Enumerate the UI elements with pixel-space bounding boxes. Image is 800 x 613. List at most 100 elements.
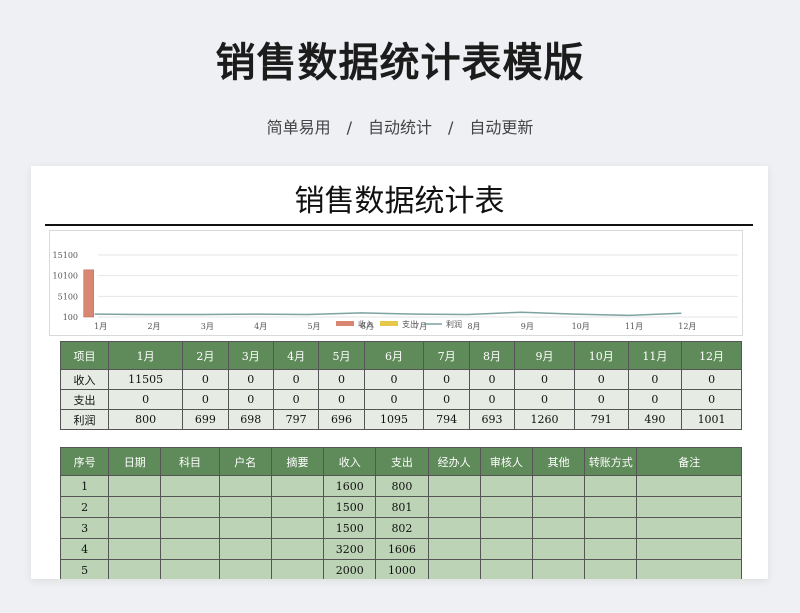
summary-cell[interactable]: 696 bbox=[318, 409, 365, 430]
summary-cell[interactable]: 791 bbox=[573, 409, 629, 430]
detail-cell[interactable] bbox=[160, 475, 220, 497]
detail-cell[interactable] bbox=[160, 517, 220, 539]
detail-cell[interactable] bbox=[636, 475, 742, 497]
detail-cell[interactable]: 802 bbox=[375, 517, 429, 539]
detail-cell[interactable] bbox=[636, 559, 742, 579]
detail-cell[interactable] bbox=[218, 496, 272, 518]
detail-cell[interactable] bbox=[427, 559, 481, 579]
detail-cell[interactable]: 3200 bbox=[323, 538, 377, 560]
detail-cell[interactable] bbox=[531, 475, 586, 497]
detail-cell[interactable] bbox=[427, 538, 481, 560]
detail-cell[interactable] bbox=[636, 538, 742, 560]
detail-cell[interactable] bbox=[218, 517, 272, 539]
summary-cell[interactable]: 0 bbox=[363, 389, 425, 410]
summary-cell[interactable]: 699 bbox=[182, 409, 229, 430]
summary-cell[interactable]: 0 bbox=[227, 369, 274, 390]
detail-cell[interactable]: 800 bbox=[375, 475, 429, 497]
detail-cell[interactable] bbox=[584, 475, 638, 497]
detail-cell[interactable] bbox=[479, 538, 533, 560]
summary-cell[interactable]: 0 bbox=[318, 389, 365, 410]
detail-cell[interactable] bbox=[160, 538, 220, 560]
detail-cell[interactable]: 4 bbox=[59, 538, 110, 560]
summary-cell[interactable]: 0 bbox=[681, 389, 742, 410]
detail-cell[interactable]: 801 bbox=[375, 496, 429, 518]
detail-cell[interactable] bbox=[479, 517, 533, 539]
summary-cell[interactable]: 0 bbox=[627, 369, 683, 390]
detail-cell[interactable] bbox=[427, 475, 481, 497]
summary-cell[interactable]: 490 bbox=[627, 409, 683, 430]
summary-cell[interactable]: 利润 bbox=[60, 409, 109, 430]
detail-cell[interactable] bbox=[270, 559, 325, 579]
detail-cell[interactable] bbox=[108, 475, 162, 497]
detail-cell[interactable]: 1606 bbox=[375, 538, 429, 560]
detail-cell[interactable] bbox=[584, 517, 638, 539]
detail-cell[interactable] bbox=[270, 517, 325, 539]
summary-cell[interactable]: 0 bbox=[227, 389, 274, 410]
detail-cell[interactable] bbox=[427, 496, 481, 518]
summary-cell[interactable]: 0 bbox=[573, 369, 629, 390]
detail-cell[interactable] bbox=[531, 496, 586, 518]
summary-cell[interactable]: 支出 bbox=[60, 389, 109, 410]
detail-cell[interactable] bbox=[636, 517, 742, 539]
summary-cell[interactable]: 0 bbox=[514, 389, 575, 410]
detail-cell[interactable] bbox=[108, 559, 162, 579]
summary-cell[interactable]: 11505 bbox=[107, 369, 184, 390]
summary-cell[interactable]: 698 bbox=[227, 409, 274, 430]
detail-cell[interactable]: 2 bbox=[59, 496, 110, 518]
detail-cell[interactable] bbox=[270, 496, 325, 518]
summary-cell[interactable]: 0 bbox=[182, 369, 229, 390]
summary-cell[interactable]: 693 bbox=[468, 409, 516, 430]
summary-cell[interactable]: 0 bbox=[318, 369, 365, 390]
detail-cell[interactable] bbox=[531, 517, 586, 539]
summary-cell[interactable]: 797 bbox=[272, 409, 320, 430]
detail-cell[interactable] bbox=[531, 538, 586, 560]
summary-cell[interactable]: 0 bbox=[573, 389, 629, 410]
summary-cell[interactable]: 0 bbox=[627, 389, 683, 410]
summary-cell[interactable]: 0 bbox=[182, 389, 229, 410]
detail-cell[interactable]: 2000 bbox=[323, 559, 377, 579]
detail-cell[interactable] bbox=[108, 496, 162, 518]
detail-cell[interactable] bbox=[584, 538, 638, 560]
detail-cell[interactable] bbox=[218, 475, 272, 497]
detail-cell[interactable] bbox=[160, 559, 220, 579]
detail-cell[interactable]: 1 bbox=[59, 475, 110, 497]
detail-cell[interactable] bbox=[108, 538, 162, 560]
detail-cell[interactable] bbox=[427, 517, 481, 539]
detail-cell[interactable] bbox=[584, 496, 638, 518]
summary-cell[interactable]: 0 bbox=[468, 389, 516, 410]
summary-cell[interactable]: 0 bbox=[423, 369, 470, 390]
summary-cell[interactable]: 0 bbox=[272, 369, 320, 390]
detail-cell[interactable] bbox=[531, 559, 586, 579]
summary-cell[interactable]: 794 bbox=[423, 409, 470, 430]
detail-cell[interactable] bbox=[479, 559, 533, 579]
summary-cell[interactable]: 0 bbox=[468, 369, 516, 390]
summary-cell[interactable]: 收入 bbox=[60, 369, 109, 390]
summary-cell[interactable]: 1095 bbox=[363, 409, 425, 430]
detail-cell[interactable] bbox=[584, 559, 638, 579]
summary-cell[interactable]: 0 bbox=[514, 369, 575, 390]
summary-cell[interactable]: 800 bbox=[107, 409, 184, 430]
detail-cell[interactable]: 1500 bbox=[323, 496, 377, 518]
summary-cell[interactable]: 1260 bbox=[514, 409, 575, 430]
summary-cell[interactable]: 0 bbox=[363, 369, 425, 390]
detail-cell[interactable] bbox=[479, 475, 533, 497]
detail-cell[interactable]: 5 bbox=[59, 559, 110, 579]
summary-cell[interactable]: 0 bbox=[272, 389, 320, 410]
detail-cell[interactable]: 1500 bbox=[323, 517, 377, 539]
detail-cell[interactable] bbox=[218, 538, 272, 560]
summary-row: 收入 11505 0 0 0 0 0 0 0 0 0 0 0 bbox=[60, 369, 742, 390]
detail-cell[interactable]: 1600 bbox=[323, 475, 377, 497]
summary-cell[interactable]: 1001 bbox=[681, 409, 742, 430]
detail-cell[interactable] bbox=[270, 538, 325, 560]
detail-cell[interactable]: 3 bbox=[59, 517, 110, 539]
summary-cell[interactable]: 0 bbox=[423, 389, 470, 410]
summary-cell[interactable]: 0 bbox=[681, 369, 742, 390]
detail-cell[interactable] bbox=[108, 517, 162, 539]
detail-cell[interactable] bbox=[270, 475, 325, 497]
summary-cell[interactable]: 0 bbox=[107, 389, 184, 410]
detail-cell[interactable] bbox=[218, 559, 272, 579]
detail-cell[interactable] bbox=[479, 496, 533, 518]
detail-cell[interactable]: 1000 bbox=[375, 559, 429, 579]
detail-cell[interactable] bbox=[636, 496, 742, 518]
detail-cell[interactable] bbox=[160, 496, 220, 518]
